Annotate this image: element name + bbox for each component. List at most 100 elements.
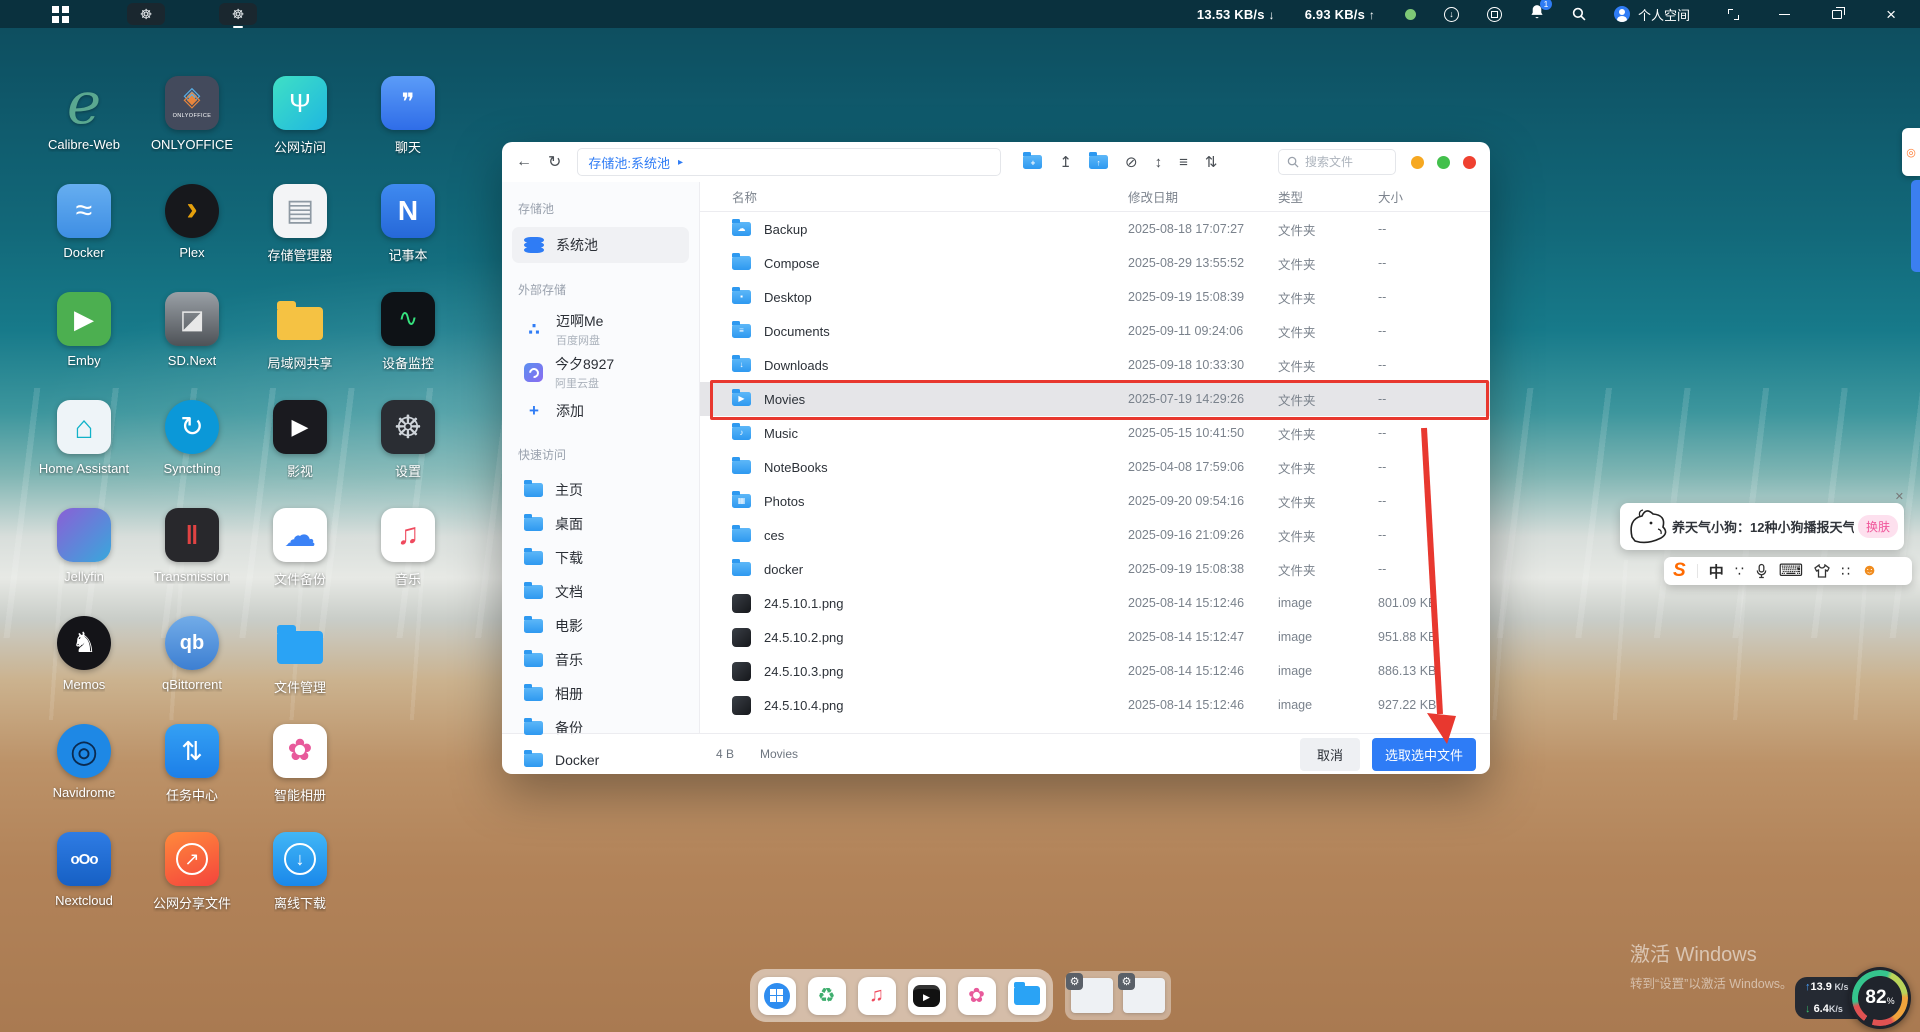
desktop-icon-SD.Next[interactable]: ◪SD.Next [138,292,246,368]
desktop-icon-Docker[interactable]: ≈Docker [30,184,138,260]
desktop-icon-Transmission[interactable]: ‖Transmission [138,508,246,584]
dock-trash-icon[interactable]: ♻ [808,977,846,1015]
desktop-icon-影视[interactable]: ▶影视 [246,400,354,480]
toolbar-new-folder-icon[interactable]: + [1023,155,1042,169]
dock-window-preview[interactable]: ⚙ [1123,978,1165,1013]
settings-app-1-taskbar-icon[interactable]: ☸ [127,3,165,25]
desktop-icon-聊天[interactable]: ❞聊天 [354,76,462,156]
handwriting-icon[interactable]: ∵ [1735,563,1744,580]
desktop-icon-ONLYOFFICE[interactable]: ◈ONLYOFFICEONLYOFFICE [138,76,246,152]
fullscreen-icon[interactable] [1728,9,1739,20]
desktop-icon-智能相册[interactable]: ✿智能相册 [246,724,354,804]
settings-app-2-taskbar-icon[interactable]: ☸ [219,3,257,25]
file-row[interactable]: Compose2025-08-29 13:55:52文件夹-- [700,246,1490,280]
edge-widget-blue[interactable] [1911,180,1920,272]
file-row[interactable]: 24.5.10.4.png2025-08-14 15:12:46image927… [700,688,1490,722]
close-button[interactable]: × [1886,6,1896,23]
dock-window-preview[interactable]: ⚙ [1071,978,1113,1013]
column-header-date[interactable]: 修改日期 [1128,187,1278,206]
desktop-icon-Navidrome[interactable]: ◎Navidrome [30,724,138,800]
file-row[interactable]: ☁Backup2025-08-18 17:07:27文件夹-- [700,212,1490,246]
breadcrumb[interactable]: 存储池:系统池 ▸ [577,148,1001,176]
sidebar-quick-文档[interactable]: 文档 [512,575,689,609]
sidebar-quick-下载[interactable]: 下载 [512,541,689,575]
traffic-light-1[interactable] [1411,156,1424,169]
toolbar-folder-upload-icon[interactable]: ↑ [1089,155,1108,169]
user-avatar[interactable] [1614,6,1630,22]
sidebar-quick-音乐[interactable]: 音乐 [512,643,689,677]
keyboard-icon[interactable]: ⌨ [1779,561,1804,581]
desktop-icon-局域网共享[interactable]: 局域网共享 [246,292,354,372]
screenshot-icon[interactable] [1487,7,1502,22]
desktop-icon-存储管理器[interactable]: ▤存储管理器 [246,184,354,264]
back-icon[interactable]: ← [516,153,532,171]
desktop-icon-Plex[interactable]: ›Plex [138,184,246,260]
sidebar-external-迈啊Me[interactable]: ∴迈啊Me百度网盘 [512,308,689,351]
file-row[interactable]: ▶Movies2025-07-19 14:29:26文件夹-- [700,382,1490,416]
widget-close-icon[interactable]: ✕ [1895,490,1904,503]
desktop-icon-Syncthing[interactable]: ↻Syncthing [138,400,246,476]
search-input[interactable] [1305,155,1385,169]
toolbar-upload-icon[interactable]: ↥ [1059,153,1072,171]
toolbar-filter-icon[interactable]: ↕ [1155,154,1163,171]
desktop-icon-Calibre-Web[interactable]: eCalibre-Web [30,76,138,152]
desktop-icon-Emby[interactable]: ▶Emby [30,292,138,368]
desktop-icon-Memos[interactable]: ♞Memos [30,616,138,692]
confirm-select-button[interactable]: 选取选中文件 [1372,738,1476,771]
traffic-light-2[interactable] [1437,156,1450,169]
user-space-label[interactable]: 个人空间 [1638,5,1690,24]
file-row[interactable]: ces2025-09-16 21:09:26文件夹-- [700,518,1490,552]
desktop-icon-离线下载[interactable]: ↓离线下载 [246,832,354,912]
file-search-box[interactable] [1278,149,1396,175]
file-row[interactable]: 24.5.10.1.png2025-08-14 15:12:46image801… [700,586,1490,620]
add-storage-button[interactable]: + 添加 [512,394,689,428]
file-row[interactable]: docker2025-09-19 15:08:38文件夹-- [700,552,1490,586]
chinese-mode-icon[interactable]: 中 [1709,561,1724,582]
sidebar-quick-桌面[interactable]: 桌面 [512,507,689,541]
minimize-button[interactable] [1779,14,1790,15]
desktop-icon-记事本[interactable]: N记事本 [354,184,462,264]
desktop-icon-文件备份[interactable]: ☁文件备份 [246,508,354,588]
sogou-logo-icon[interactable]: S [1673,560,1686,582]
column-header-name[interactable]: 名称 [732,187,1128,206]
dock-photos-icon[interactable]: ✿ [958,977,996,1015]
restore-button[interactable] [1832,10,1842,19]
file-row[interactable]: ♪Music2025-05-15 10:41:50文件夹-- [700,416,1490,450]
voice-icon[interactable] [1755,563,1768,579]
desktop-icon-qBittorrent[interactable]: qbqBittorrent [138,616,246,692]
desktop-icon-Jellyfin[interactable]: Jellyfin [30,508,138,584]
skin-icon[interactable] [1814,564,1830,578]
cancel-button[interactable]: 取消 [1300,738,1360,771]
desktop-icon-Home Assistant[interactable]: ⌂Home Assistant [30,400,138,476]
desktop-icon-音乐[interactable]: ♫音乐 [354,508,462,588]
toolbar-toggle-hidden-icon[interactable]: ⊘ [1125,153,1138,171]
toolbox-icon[interactable]: ∷ [1841,563,1850,580]
notifications-button[interactable]: 1 [1530,4,1544,24]
change-skin-button[interactable]: 换肤 [1858,515,1898,538]
start-grid-icon[interactable] [52,6,69,23]
dock-launcher-icon[interactable] [758,977,796,1015]
toolbar-view-list-icon[interactable]: ≡ [1179,154,1188,171]
emoji-icon[interactable]: ☻ [1861,562,1878,580]
file-row[interactable]: 24.5.10.3.png2025-08-14 15:12:46image886… [700,654,1490,688]
file-row[interactable]: 24.5.10.2.png2025-08-14 15:12:47image951… [700,620,1490,654]
sidebar-item-system-pool[interactable]: 系统池 [512,227,689,263]
file-row[interactable]: ↓Downloads2025-09-18 10:33:30文件夹-- [700,348,1490,382]
download-circle-icon[interactable]: ↓ [1444,7,1459,22]
column-header-size[interactable]: 大小 [1378,187,1466,206]
refresh-icon[interactable]: ↻ [548,152,561,172]
dock-video-icon[interactable]: ▶ [908,977,946,1015]
desktop-icon-Nextcloud[interactable]: oOoNextcloud [30,832,138,908]
desktop-icon-任务中心[interactable]: ⇅任务中心 [138,724,246,804]
desktop-icon-公网访问[interactable]: Ψ公网访问 [246,76,354,156]
desktop-icon-设备监控[interactable]: ∿设备监控 [354,292,462,372]
traffic-light-3[interactable] [1463,156,1476,169]
dock-files-icon[interactable] [1008,977,1046,1015]
sidebar-quick-相册[interactable]: 相册 [512,677,689,711]
file-row[interactable]: ▦Photos2025-09-20 09:54:16文件夹-- [700,484,1490,518]
sidebar-quick-主页[interactable]: 主页 [512,473,689,507]
edge-widget-top[interactable]: ◎ [1902,128,1920,176]
weather-dog-widget[interactable]: ✕ 养天气小狗：12种小狗播报天气 换肤 [1620,503,1904,550]
file-row[interactable]: ≡Documents2025-09-11 09:24:06文件夹-- [700,314,1490,348]
desktop-icon-公网分享文件[interactable]: ↗公网分享文件 [138,832,246,912]
